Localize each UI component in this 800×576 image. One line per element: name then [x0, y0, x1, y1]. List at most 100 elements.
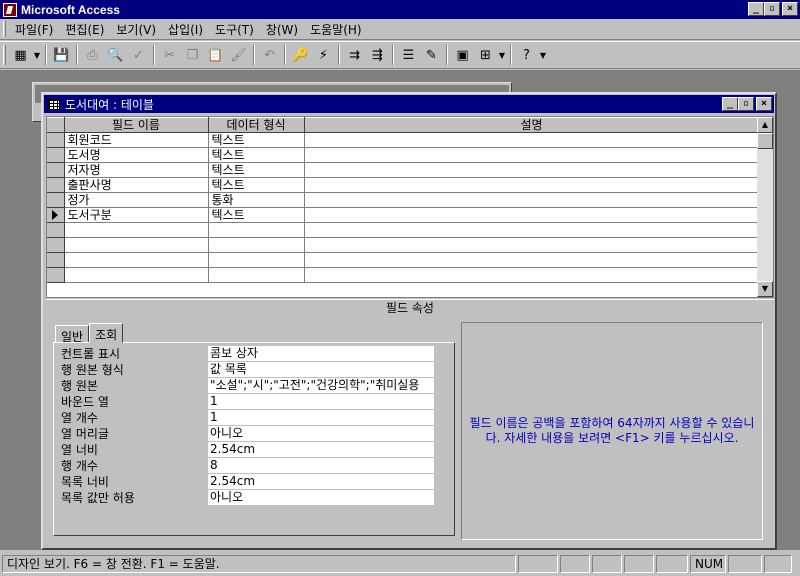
table-row[interactable] — [47, 252, 760, 268]
table-icon[interactable] — [48, 98, 60, 110]
properties-icon[interactable]: ☰ — [397, 44, 420, 66]
menu-tools[interactable]: 도구(T) — [209, 20, 260, 39]
table-row[interactable]: 도서명 텍스트 — [47, 147, 760, 163]
table-row[interactable]: 회원코드 텍스트 — [47, 132, 760, 148]
field-name-cell[interactable]: 출판사명 — [64, 177, 209, 193]
print-preview-icon[interactable]: 🔍 — [104, 44, 127, 66]
table-row[interactable] — [47, 267, 760, 283]
table-row[interactable]: 정가 통화 — [47, 192, 760, 208]
field-name-cell[interactable] — [64, 267, 209, 283]
field-name-cell[interactable] — [64, 237, 209, 253]
data-type-cell[interactable] — [208, 237, 305, 253]
database-window-icon[interactable]: ▣ — [451, 44, 474, 66]
description-cell[interactable] — [304, 237, 760, 253]
table-row[interactable]: 출판사명 텍스트 — [47, 177, 760, 193]
menu-insert[interactable]: 삽입(I) — [162, 20, 209, 39]
menu-edit[interactable]: 편집(E) — [59, 20, 110, 39]
data-type-cell[interactable]: 텍스트 — [208, 207, 305, 223]
grid-vertical-scrollbar[interactable]: ▲ ▼ — [757, 117, 773, 297]
row-selector[interactable] — [47, 252, 65, 268]
data-type-cell[interactable] — [208, 267, 305, 283]
delete-rows-icon[interactable]: ⇶ — [366, 44, 389, 66]
row-selector[interactable] — [47, 237, 65, 253]
field-name-cell[interactable]: 도서구분 — [64, 207, 209, 223]
description-cell[interactable] — [304, 192, 760, 208]
tab-general[interactable]: 일반 — [55, 325, 90, 344]
restore-button[interactable]: ▫ — [764, 2, 780, 16]
insert-rows-icon[interactable]: ⇉ — [343, 44, 366, 66]
access-key-icon[interactable] — [3, 2, 17, 17]
menu-file[interactable]: 파일(F) — [9, 20, 59, 39]
property-value-field[interactable]: 8 — [208, 458, 434, 474]
new-object-icon[interactable]: ⊞ — [474, 44, 497, 66]
paste-icon[interactable]: 📋 — [204, 44, 227, 66]
property-value-field[interactable]: 2.54cm — [208, 442, 434, 458]
property-value-field[interactable]: "소설";"시";"고전";"건강의학";"취미실용 — [208, 378, 434, 394]
menu-window[interactable]: 창(W) — [260, 20, 304, 39]
toolbar-grip[interactable] — [3, 45, 6, 65]
table-close-button[interactable]: × — [756, 97, 772, 111]
save-icon[interactable]: 💾 — [50, 44, 73, 66]
indexes-icon[interactable]: ⚡ — [312, 44, 335, 66]
description-cell[interactable] — [304, 222, 760, 238]
menu-help[interactable]: 도움말(H) — [304, 20, 368, 39]
property-value-field[interactable]: 1 — [208, 410, 434, 426]
description-cell[interactable] — [304, 177, 760, 193]
tab-lookup[interactable]: 조회 — [89, 323, 124, 343]
row-selector[interactable] — [47, 192, 65, 208]
description-cell[interactable] — [304, 132, 760, 148]
description-cell[interactable] — [304, 252, 760, 268]
primary-key-icon[interactable]: 🔑 — [289, 44, 312, 66]
print-icon[interactable]: ⎙ — [81, 44, 104, 66]
property-value-field[interactable]: 2.54cm — [208, 474, 434, 490]
property-value-field[interactable]: 값 목록 — [208, 362, 434, 378]
build-icon[interactable]: ✎ — [420, 44, 443, 66]
description-cell[interactable] — [304, 207, 760, 223]
row-selector[interactable] — [47, 162, 65, 178]
toolbar-options-icon[interactable]: ▼ — [538, 44, 548, 66]
description-cell[interactable] — [304, 147, 760, 163]
data-type-cell[interactable] — [208, 252, 305, 268]
table-row[interactable]: 저자명 텍스트 — [47, 162, 760, 178]
field-name-cell[interactable]: 정가 — [64, 192, 209, 208]
row-selector[interactable] — [47, 147, 65, 163]
data-type-cell[interactable]: 텍스트 — [208, 147, 305, 163]
data-type-cell[interactable]: 텍스트 — [208, 162, 305, 178]
description-cell[interactable] — [304, 162, 760, 178]
property-value-field[interactable]: 아니오 — [208, 490, 434, 506]
table-row[interactable] — [47, 237, 760, 253]
row-selector[interactable] — [47, 132, 65, 148]
field-name-cell[interactable] — [64, 252, 209, 268]
row-selector[interactable] — [47, 207, 65, 223]
scroll-thumb[interactable] — [757, 133, 773, 149]
description-cell[interactable] — [304, 267, 760, 283]
row-selector[interactable] — [47, 267, 65, 283]
help-icon[interactable]: ? — [515, 44, 538, 66]
undo-icon[interactable]: ↶ — [258, 44, 281, 66]
table-maximize-button[interactable]: ▫ — [738, 97, 754, 111]
spelling-icon[interactable]: ✓ — [127, 44, 150, 66]
data-type-cell[interactable]: 텍스트 — [208, 132, 305, 148]
scroll-down-icon[interactable]: ▼ — [757, 281, 773, 297]
row-selector[interactable] — [47, 177, 65, 193]
data-type-cell[interactable]: 텍스트 — [208, 177, 305, 193]
new-object-dropdown-icon[interactable]: ▼ — [497, 44, 507, 66]
cut-icon[interactable]: ✂ — [158, 44, 181, 66]
view-dropdown-icon[interactable]: ▼ — [32, 44, 42, 66]
field-name-cell[interactable]: 저자명 — [64, 162, 209, 178]
scroll-up-icon[interactable]: ▲ — [757, 117, 773, 133]
view-icon[interactable]: ▦ — [9, 44, 32, 66]
minimize-button[interactable]: _ — [748, 2, 764, 16]
table-window-title-bar[interactable]: 도서대여 : 테이블 _ ▫ × — [44, 95, 774, 113]
format-painter-icon[interactable]: 🖌 — [227, 44, 250, 66]
field-name-cell[interactable]: 도서명 — [64, 147, 209, 163]
field-name-cell[interactable]: 회원코드 — [64, 132, 209, 148]
data-type-cell[interactable]: 통화 — [208, 192, 305, 208]
copy-icon[interactable]: ❐ — [181, 44, 204, 66]
table-minimize-button[interactable]: _ — [722, 97, 738, 111]
menu-grip[interactable] — [3, 21, 6, 37]
property-value-field[interactable]: 1 — [208, 394, 434, 410]
row-selector[interactable] — [47, 222, 65, 238]
property-value-field[interactable]: 콤보 상자 — [208, 346, 434, 362]
data-type-cell[interactable] — [208, 222, 305, 238]
